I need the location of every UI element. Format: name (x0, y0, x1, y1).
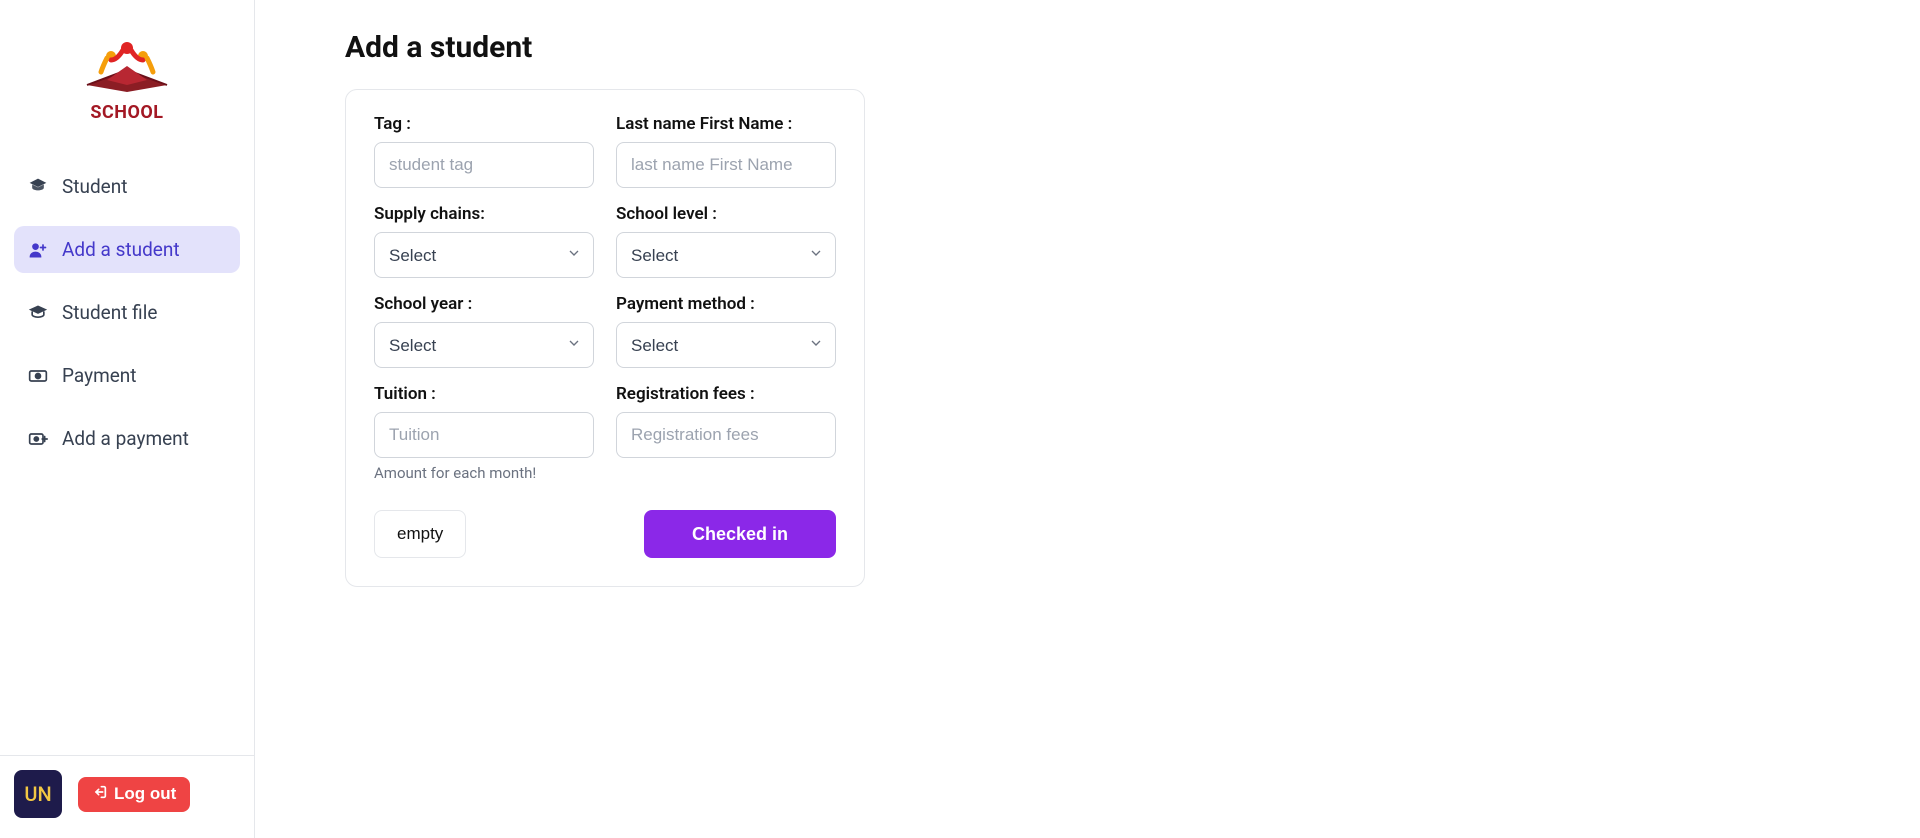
sidebar-item-label: Student (62, 175, 127, 198)
sidebar-item-label: Payment (62, 364, 137, 387)
field-year: School year : Select (374, 294, 594, 368)
sidebar-item-student[interactable]: Student (14, 163, 240, 210)
sidebar-item-label: Add a student (62, 238, 180, 261)
field-level: School level : Select (616, 204, 836, 278)
name-input[interactable] (616, 142, 836, 188)
money-icon (28, 366, 48, 386)
sidebar-nav: Student Add a student Student file (0, 163, 254, 462)
logout-button[interactable]: Log out (78, 777, 190, 812)
main-content: Add a student Tag : Last name First Name… (255, 0, 1920, 838)
supply-label: Supply chains: (374, 204, 594, 224)
graduation-cap-icon (28, 303, 48, 323)
field-supply: Supply chains: Select (374, 204, 594, 278)
sidebar-item-payment[interactable]: Payment (14, 352, 240, 399)
form-actions: empty Checked in (374, 510, 836, 558)
tag-label: Tag : (374, 114, 594, 134)
add-student-form-card: Tag : Last name First Name : Supply chai… (345, 89, 865, 587)
field-tag: Tag : (374, 114, 594, 188)
year-select[interactable]: Select (374, 322, 594, 368)
sidebar-item-label: Add a payment (62, 427, 189, 450)
money-plus-icon (28, 429, 48, 449)
tuition-help-text: Amount for each month! (374, 464, 594, 482)
sidebar-item-add-student[interactable]: Add a student (14, 226, 240, 273)
logout-label: Log out (114, 784, 176, 804)
year-label: School year : (374, 294, 594, 314)
empty-button[interactable]: empty (374, 510, 466, 558)
sidebar-footer: UN Log out (0, 755, 254, 818)
paymethod-label: Payment method : (616, 294, 836, 314)
tuition-label: Tuition : (374, 384, 594, 404)
level-label: School level : (616, 204, 836, 224)
logout-icon (92, 784, 108, 805)
field-regfees: Registration fees : (616, 384, 836, 482)
field-tuition: Tuition : Amount for each month! (374, 384, 594, 482)
sidebar-item-add-payment[interactable]: Add a payment (14, 415, 240, 462)
tuition-input[interactable] (374, 412, 594, 458)
avatar[interactable]: UN (14, 770, 62, 818)
field-name: Last name First Name : (616, 114, 836, 188)
logo-text: SCHOOL (90, 102, 163, 123)
sidebar: SCHOOL Student Add a student (0, 0, 255, 838)
regfees-label: Registration fees : (616, 384, 836, 404)
add-user-icon (28, 240, 48, 260)
name-label: Last name First Name : (616, 114, 836, 134)
level-select[interactable]: Select (616, 232, 836, 278)
paymethod-select[interactable]: Select (616, 322, 836, 368)
sidebar-item-student-file[interactable]: Student file (14, 289, 240, 336)
sidebar-item-label: Student file (62, 301, 157, 324)
school-logo-icon (77, 30, 177, 100)
regfees-input[interactable] (616, 412, 836, 458)
tag-input[interactable] (374, 142, 594, 188)
student-icon (28, 177, 48, 197)
page-title: Add a student (345, 30, 1850, 65)
field-paymethod: Payment method : Select (616, 294, 836, 368)
logo: SCHOOL (0, 30, 254, 123)
supply-select[interactable]: Select (374, 232, 594, 278)
submit-button[interactable]: Checked in (644, 510, 836, 558)
